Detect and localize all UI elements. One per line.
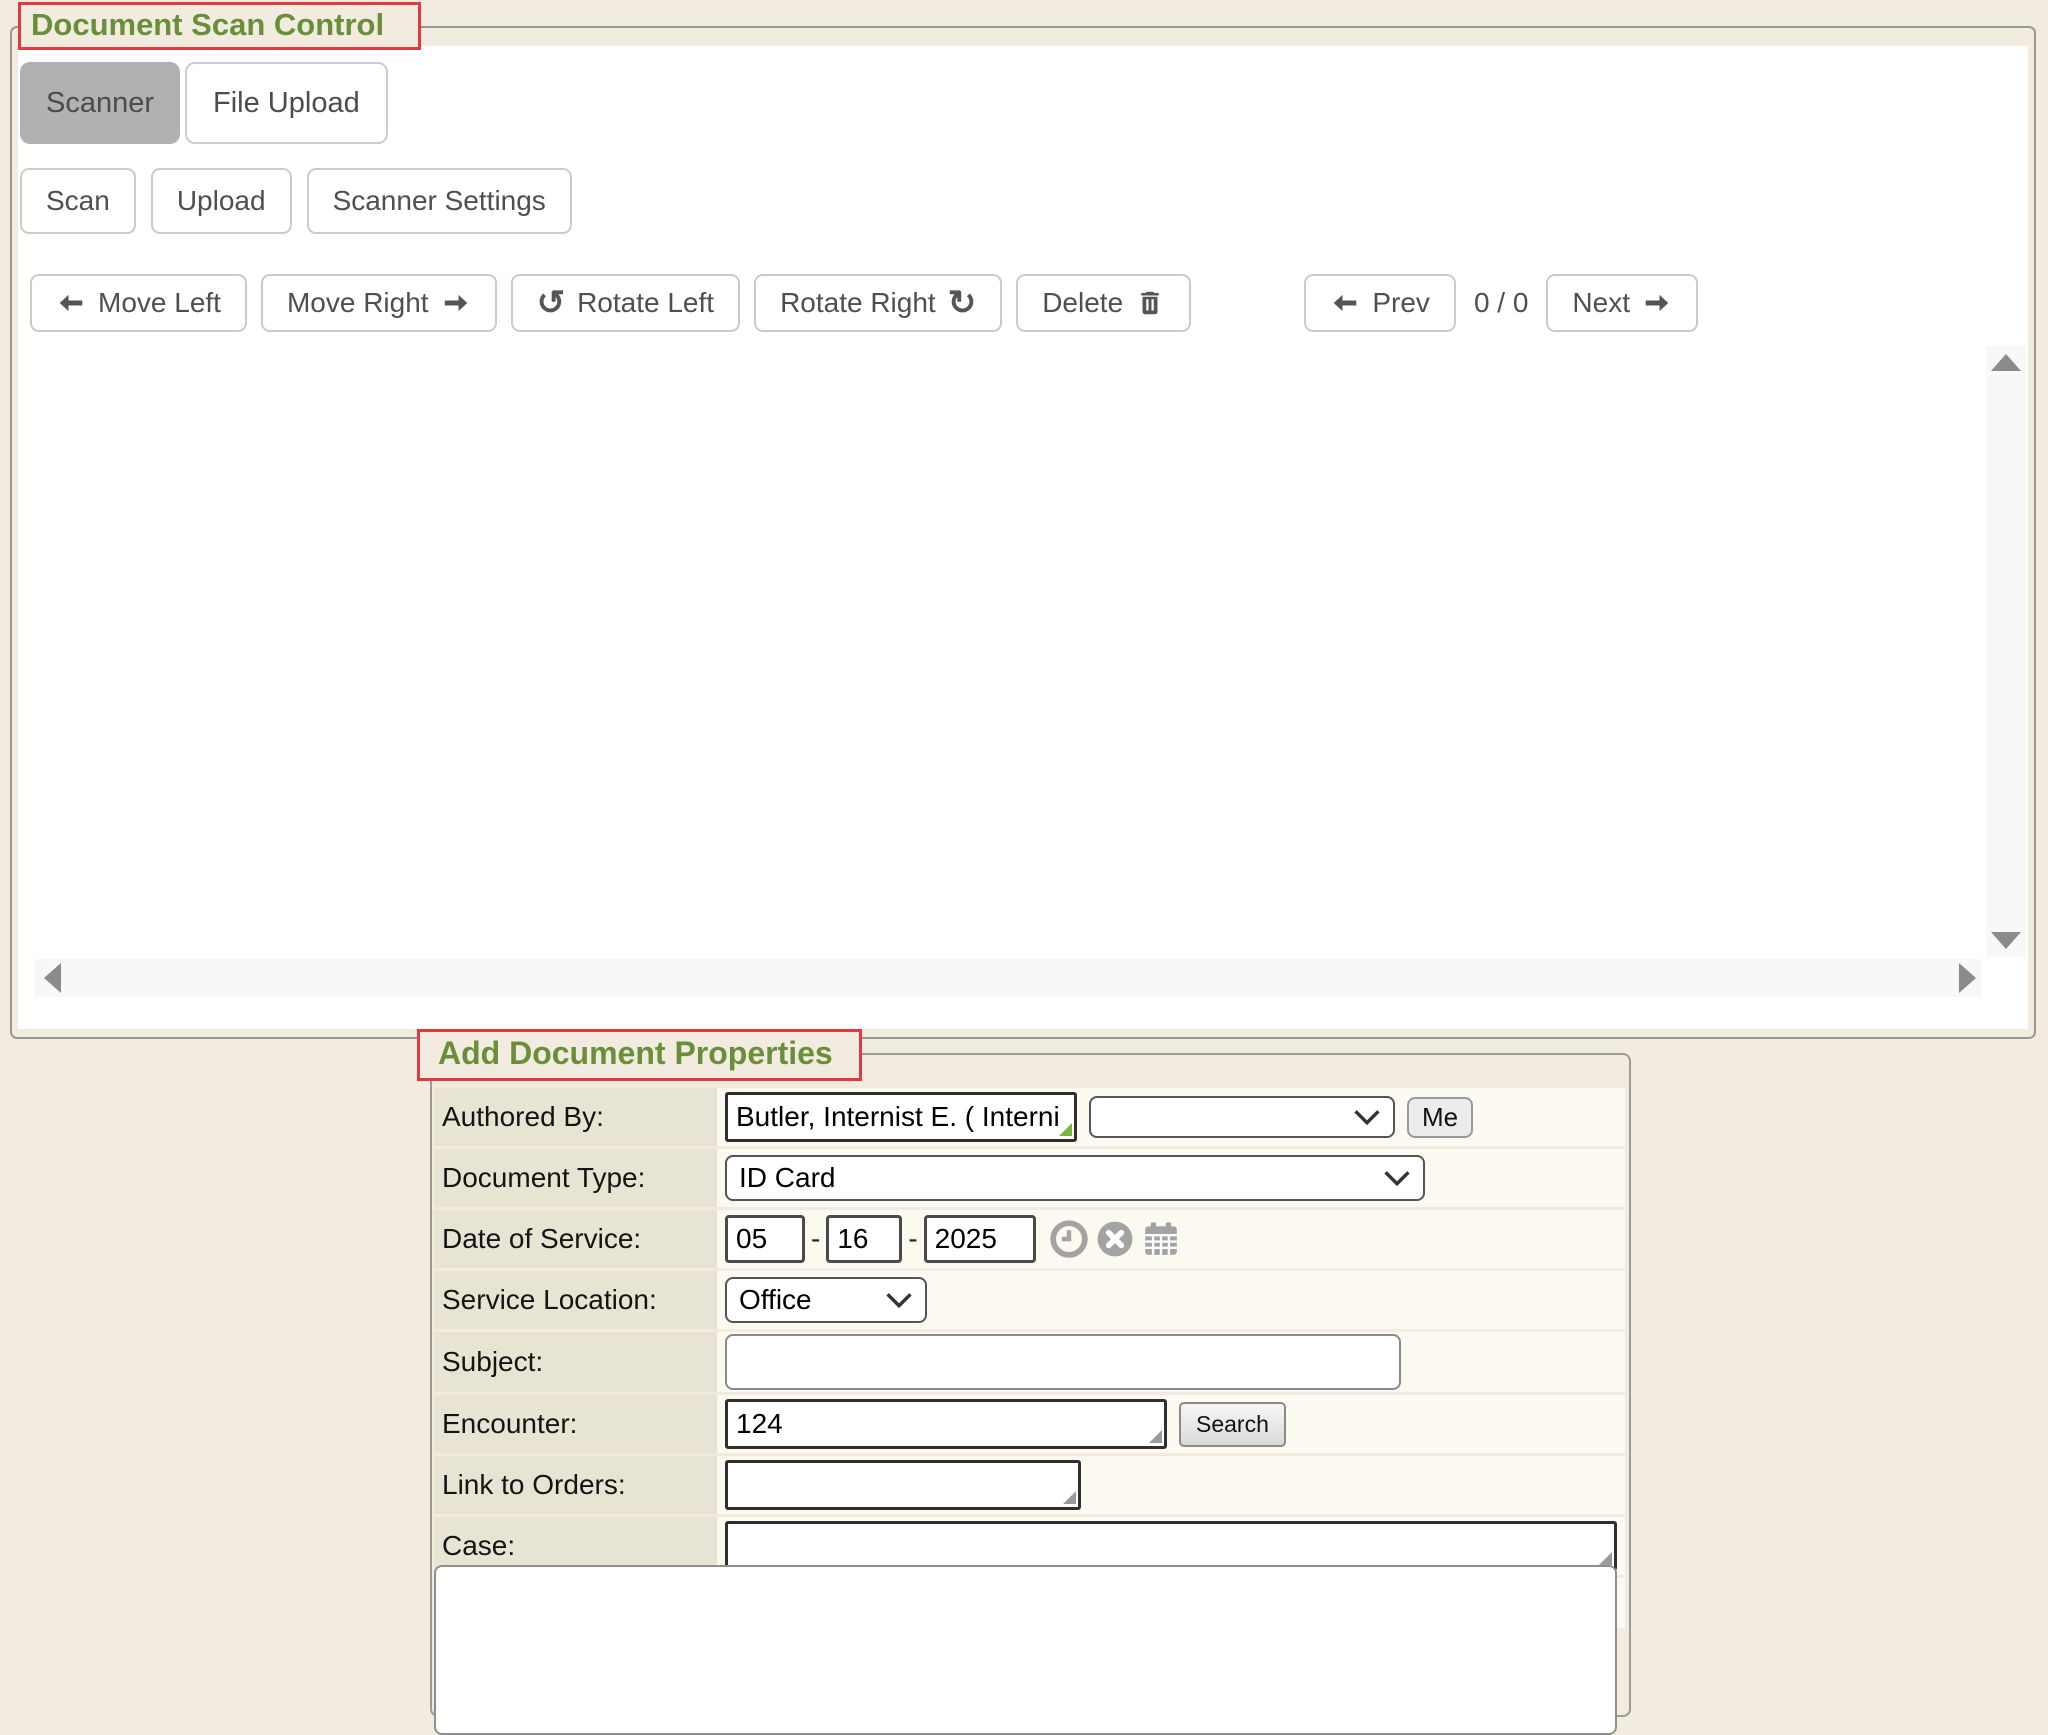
chevron-down-icon	[1383, 1170, 1411, 1186]
scroll-up-icon[interactable]	[1991, 354, 2021, 371]
rotate-right-icon: ↻	[948, 286, 977, 320]
arrow-right-icon	[441, 288, 471, 318]
scan-actions: Scan Upload Scanner Settings	[20, 168, 2028, 234]
chevron-down-icon	[1353, 1109, 1381, 1125]
scan-button[interactable]: Scan	[20, 168, 136, 234]
arrow-left-icon	[1330, 288, 1360, 318]
add-document-properties-fieldset: Authored By: Me Document Type: ID Card D…	[430, 1053, 1631, 1717]
chevron-down-icon	[885, 1292, 913, 1308]
arrow-left-icon	[56, 288, 86, 318]
date-separator: -	[811, 1223, 820, 1255]
tab-scanner[interactable]: Scanner	[20, 62, 180, 144]
encounter-label: Encounter:	[434, 1395, 717, 1453]
prev-button[interactable]: Prev	[1304, 274, 1456, 332]
prev-label: Prev	[1372, 287, 1430, 319]
clear-date-icon[interactable]	[1096, 1220, 1134, 1258]
tab-scanner-label: Scanner	[46, 87, 154, 120]
document-type-select[interactable]: ID Card	[725, 1155, 1425, 1201]
case-input[interactable]	[725, 1521, 1617, 1571]
document-properties-table: Authored By: Me Document Type: ID Card D…	[434, 1085, 1625, 1631]
scroll-left-icon[interactable]	[44, 963, 61, 993]
next-label: Next	[1572, 287, 1630, 319]
table-row: Date of Service: - -	[434, 1210, 1625, 1268]
image-toolbar: Move Left Move Right ↺ Rotate Left Rotat…	[30, 274, 2028, 332]
calendar-icon[interactable]	[1142, 1220, 1180, 1258]
table-row: Service Location: Office	[434, 1271, 1625, 1329]
document-scan-control-fieldset: Scanner File Upload Scan Upload Scanner …	[10, 26, 2036, 1039]
page-counter: 0 / 0	[1474, 287, 1528, 319]
next-button[interactable]: Next	[1546, 274, 1698, 332]
encounter-input[interactable]	[725, 1399, 1167, 1449]
trash-icon	[1135, 288, 1165, 318]
upload-button-label: Upload	[177, 185, 266, 217]
scroll-right-icon[interactable]	[1959, 963, 1976, 993]
rotate-left-button[interactable]: ↺ Rotate Left	[511, 274, 740, 332]
date-day-input[interactable]	[826, 1215, 902, 1263]
scroll-down-icon[interactable]	[1991, 932, 2021, 949]
rotate-right-label: Rotate Right	[780, 287, 936, 319]
subject-label: Subject:	[434, 1332, 717, 1392]
table-row: Link to Orders:	[434, 1456, 1625, 1514]
subject-input[interactable]	[725, 1334, 1401, 1390]
upload-button[interactable]: Upload	[151, 168, 292, 234]
service-location-select[interactable]: Office	[725, 1277, 927, 1323]
authored-by-input[interactable]	[725, 1092, 1077, 1142]
service-location-select-value: Office	[739, 1284, 812, 1316]
move-right-label: Move Right	[287, 287, 429, 319]
encounter-search-button[interactable]: Search	[1179, 1402, 1286, 1447]
delete-button[interactable]: Delete	[1016, 274, 1191, 332]
date-separator: -	[908, 1223, 917, 1255]
document-notes-textarea[interactable]	[434, 1565, 1617, 1735]
move-left-label: Move Left	[98, 287, 221, 319]
table-row: Document Type: ID Card	[434, 1149, 1625, 1207]
table-row: Subject:	[434, 1332, 1625, 1392]
table-row: Encounter: Search	[434, 1395, 1625, 1453]
rotate-left-label: Rotate Left	[577, 287, 714, 319]
document-scan-control-title: Document Scan Control	[18, 2, 421, 50]
delete-label: Delete	[1042, 287, 1123, 319]
document-type-label: Document Type:	[434, 1149, 717, 1207]
rotate-left-icon: ↺	[537, 286, 566, 320]
service-location-label: Service Location:	[434, 1271, 717, 1329]
me-button[interactable]: Me	[1407, 1097, 1473, 1138]
move-right-button[interactable]: Move Right	[261, 274, 497, 332]
add-document-properties-title: Add Document Properties	[417, 1029, 862, 1081]
arrow-right-icon	[1642, 288, 1672, 318]
page-navigation: Prev 0 / 0 Next	[1304, 274, 1698, 332]
link-to-orders-input[interactable]	[725, 1460, 1081, 1510]
document-type-select-value: ID Card	[739, 1162, 835, 1194]
rotate-right-button[interactable]: Rotate Right ↻	[754, 274, 1002, 332]
link-to-orders-label: Link to Orders:	[434, 1456, 717, 1514]
scanner-settings-button-label: Scanner Settings	[333, 185, 546, 217]
date-year-input[interactable]	[924, 1215, 1036, 1263]
tab-file-upload[interactable]: File Upload	[185, 62, 388, 144]
scan-button-label: Scan	[46, 185, 110, 217]
scan-tabs: Scanner File Upload	[20, 62, 2028, 144]
authored-by-label: Authored By:	[434, 1088, 717, 1146]
tab-file-upload-label: File Upload	[213, 87, 360, 120]
table-row: Authored By: Me	[434, 1088, 1625, 1146]
clock-icon[interactable]	[1050, 1220, 1088, 1258]
horizontal-scrollbar[interactable]	[34, 959, 1982, 997]
move-left-button[interactable]: Move Left	[30, 274, 247, 332]
vertical-scrollbar[interactable]	[1986, 346, 2026, 957]
authored-by-select[interactable]	[1089, 1096, 1395, 1138]
scan-panel: Scanner File Upload Scan Upload Scanner …	[18, 46, 2028, 1029]
date-month-input[interactable]	[725, 1215, 805, 1263]
date-of-service-label: Date of Service:	[434, 1210, 717, 1268]
scanner-settings-button[interactable]: Scanner Settings	[307, 168, 572, 234]
